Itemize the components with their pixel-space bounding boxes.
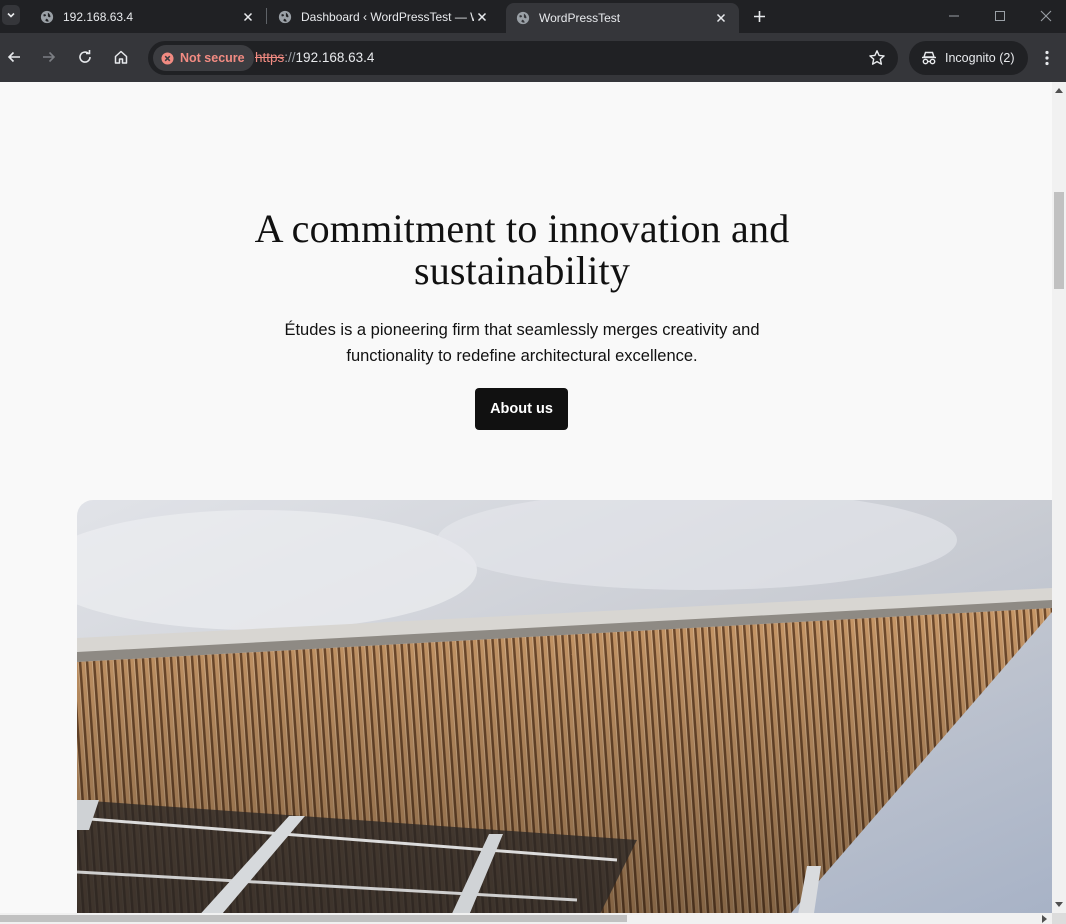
tab-title: WordPressTest bbox=[539, 11, 621, 25]
tab-title: Dashboard ‹ WordPressTest — W bbox=[301, 9, 474, 24]
home-icon bbox=[114, 50, 128, 64]
scroll-right-arrow-icon[interactable] bbox=[1042, 915, 1048, 923]
home-button[interactable] bbox=[111, 47, 131, 67]
building-canopy-image bbox=[77, 500, 1052, 913]
page-viewport: A commitment to innovation and sustainab… bbox=[0, 82, 1052, 913]
hero-description: Études is a pioneering firm that seamles… bbox=[232, 317, 812, 369]
star-icon[interactable] bbox=[868, 49, 886, 67]
globe-icon bbox=[40, 10, 54, 23]
url-host: 192.168.63.4 bbox=[295, 50, 375, 65]
horizontal-scrollbar[interactable] bbox=[0, 913, 1052, 924]
close-icon bbox=[1040, 10, 1052, 22]
maximize-icon bbox=[995, 11, 1005, 21]
url-scheme: https bbox=[255, 50, 285, 65]
tab-dashboard[interactable]: Dashboard ‹ WordPressTest — W bbox=[268, 3, 500, 30]
tab-search-button[interactable] bbox=[2, 5, 20, 25]
globe-icon bbox=[516, 11, 530, 25]
horizontal-scrollbar-thumb[interactable] bbox=[0, 915, 627, 922]
hero-description-line-1: Études is a pioneering firm that seamles… bbox=[284, 321, 760, 339]
incognito-indicator[interactable]: Incognito (2) bbox=[909, 41, 1029, 75]
arrow-left-icon bbox=[7, 51, 20, 63]
arrow-right-icon bbox=[43, 51, 56, 63]
browser-menu-button[interactable] bbox=[1038, 48, 1056, 68]
plus-icon bbox=[753, 10, 765, 22]
hero-heading: A commitment to innovation and sustainab… bbox=[226, 208, 818, 292]
address-bar[interactable]: Not secure https://192.168.63.4 bbox=[148, 41, 898, 75]
chevron-down-icon bbox=[7, 12, 15, 18]
tab-strip: 192.168.63.4 Dashboard ‹ WordPressTest —… bbox=[0, 0, 1066, 33]
close-tab-icon[interactable] bbox=[474, 9, 490, 25]
about-us-button[interactable]: About us bbox=[475, 388, 568, 430]
reload-button[interactable] bbox=[75, 47, 95, 67]
forward-button[interactable] bbox=[39, 47, 59, 67]
kebab-menu-icon bbox=[1045, 50, 1049, 66]
browser-toolbar: Not secure https://192.168.63.4 Incognit… bbox=[0, 33, 1066, 82]
warning-circle-icon bbox=[161, 51, 174, 65]
close-tab-icon[interactable] bbox=[713, 10, 729, 26]
scrollbar-corner bbox=[1052, 913, 1066, 924]
browser-window: 192.168.63.4 Dashboard ‹ WordPressTest —… bbox=[0, 0, 1066, 924]
reload-icon bbox=[79, 50, 91, 63]
scroll-up-arrow-icon[interactable] bbox=[1055, 87, 1063, 93]
close-window-button[interactable] bbox=[1035, 6, 1057, 26]
back-button[interactable] bbox=[4, 47, 24, 67]
tab-title: 192.168.63.4 bbox=[63, 9, 134, 24]
minimize-icon bbox=[949, 15, 959, 17]
globe-icon bbox=[278, 10, 292, 23]
close-tab-icon[interactable] bbox=[240, 9, 256, 25]
minimize-button[interactable] bbox=[943, 6, 965, 26]
tab-divider bbox=[266, 8, 267, 24]
security-indicator[interactable]: Not secure bbox=[153, 45, 254, 71]
security-label: Not secure bbox=[180, 51, 245, 65]
incognito-icon bbox=[922, 51, 936, 65]
incognito-label: Incognito (2) bbox=[945, 51, 1015, 65]
tab-wordpresstest[interactable]: WordPressTest bbox=[506, 3, 739, 33]
hero-heading-line-1: A commitment to innovation and bbox=[254, 206, 790, 251]
hero-heading-line-2: sustainability bbox=[413, 248, 631, 293]
vertical-scrollbar-thumb[interactable] bbox=[1054, 192, 1064, 289]
maximize-button[interactable] bbox=[989, 6, 1011, 26]
tab-ip-address[interactable]: 192.168.63.4 bbox=[30, 3, 266, 30]
vertical-scrollbar[interactable] bbox=[1052, 82, 1066, 913]
new-tab-button[interactable] bbox=[750, 7, 768, 25]
hero-description-line-2: functionality to redefine architectural … bbox=[346, 347, 698, 365]
url-text[interactable]: https://192.168.63.4 bbox=[255, 50, 374, 65]
url-separator: :// bbox=[284, 50, 296, 65]
building-canopy-illustration bbox=[77, 500, 1052, 913]
scroll-down-arrow-icon[interactable] bbox=[1055, 902, 1063, 908]
